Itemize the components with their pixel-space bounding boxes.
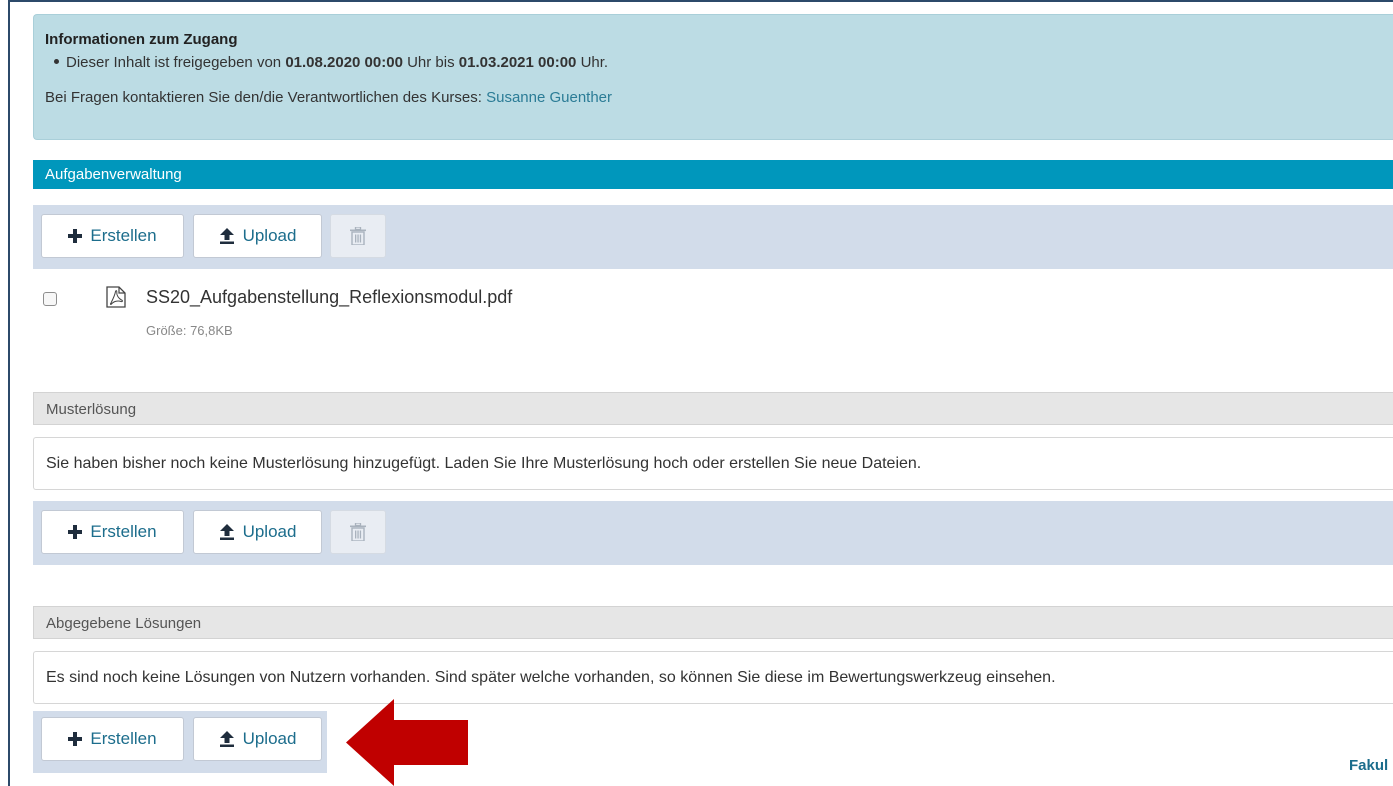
sample-solution-empty-message: Sie haben bisher noch keine Musterlösung… xyxy=(33,437,1393,490)
plus-icon xyxy=(68,525,83,539)
submitted-solutions-header: Abgegebene Lösungen xyxy=(33,606,1393,639)
release-to: 01.03.2021 00:00 xyxy=(458,54,577,71)
sample-solution-toolbar: Erstellen Upload xyxy=(33,501,1393,565)
pdf-file-icon xyxy=(106,286,126,312)
task-upload-button[interactable]: Upload xyxy=(193,214,322,258)
sample-upload-label: Upload xyxy=(242,522,297,541)
trash-icon xyxy=(350,227,366,245)
sample-create-button[interactable]: Erstellen xyxy=(41,510,184,554)
task-create-button[interactable]: Erstellen xyxy=(41,214,184,258)
sample-solution-header: Musterlösung xyxy=(33,392,1393,425)
release-mid: Uhr bis xyxy=(407,54,455,71)
file-list-item: SS20_Aufgabenstellung_Reflexionsmodul.pd… xyxy=(33,270,1393,390)
contact-text: Bei Fragen kontaktieren Sie den/die Vera… xyxy=(45,89,482,106)
plus-icon xyxy=(68,229,83,243)
sample-upload-button[interactable]: Upload xyxy=(193,510,322,554)
upload-icon xyxy=(219,228,235,244)
task-create-label: Erstellen xyxy=(90,226,157,245)
submitted-create-label: Erstellen xyxy=(90,729,157,748)
task-management-header: Aufgabenverwaltung xyxy=(33,160,1393,189)
submitted-solutions-toolbar: Erstellen Upload xyxy=(33,711,327,773)
sample-create-label: Erstellen xyxy=(90,522,157,541)
access-info-item: Dieser Inhalt ist freigegeben von 01.08.… xyxy=(45,53,1382,73)
upload-icon xyxy=(219,524,235,540)
task-upload-label: Upload xyxy=(242,226,297,245)
contact-link[interactable]: Susanne Guenther xyxy=(486,89,612,106)
release-from: 01.08.2020 00:00 xyxy=(285,54,403,71)
file-name[interactable]: SS20_Aufgabenstellung_Reflexionsmodul.pd… xyxy=(146,286,512,308)
trash-icon xyxy=(350,523,366,541)
file-select-checkbox[interactable] xyxy=(43,292,57,306)
submitted-upload-label: Upload xyxy=(242,729,297,748)
sample-delete-button[interactable] xyxy=(330,510,386,554)
window-frame-top xyxy=(8,0,1393,2)
window-frame-left xyxy=(8,0,10,786)
red-arrow-icon xyxy=(346,699,468,786)
footer-fragment[interactable]: Fakul xyxy=(1349,757,1388,774)
submitted-create-button[interactable]: Erstellen xyxy=(41,717,184,761)
access-info-title: Informationen zum Zugang xyxy=(45,31,238,48)
submitted-upload-button[interactable]: Upload xyxy=(193,717,322,761)
plus-icon xyxy=(68,732,83,746)
release-suffix: Uhr. xyxy=(580,54,609,71)
access-info-list: Dieser Inhalt ist freigegeben von 01.08.… xyxy=(45,53,1382,73)
contact-line: Bei Fragen kontaktieren Sie den/die Vera… xyxy=(45,88,1382,108)
submitted-solutions-empty-message: Es sind noch keine Lösungen von Nutzern … xyxy=(33,651,1393,704)
access-info-box: Informationen zum Zugang Dieser Inhalt i… xyxy=(33,14,1393,140)
bullet xyxy=(54,58,59,64)
release-prefix: Dieser Inhalt ist freigegeben von xyxy=(66,54,282,71)
file-size: Größe: 76,8KB xyxy=(146,323,233,338)
task-delete-button[interactable] xyxy=(330,214,386,258)
upload-icon xyxy=(219,731,235,747)
task-management-toolbar: Erstellen Upload xyxy=(33,205,1393,269)
